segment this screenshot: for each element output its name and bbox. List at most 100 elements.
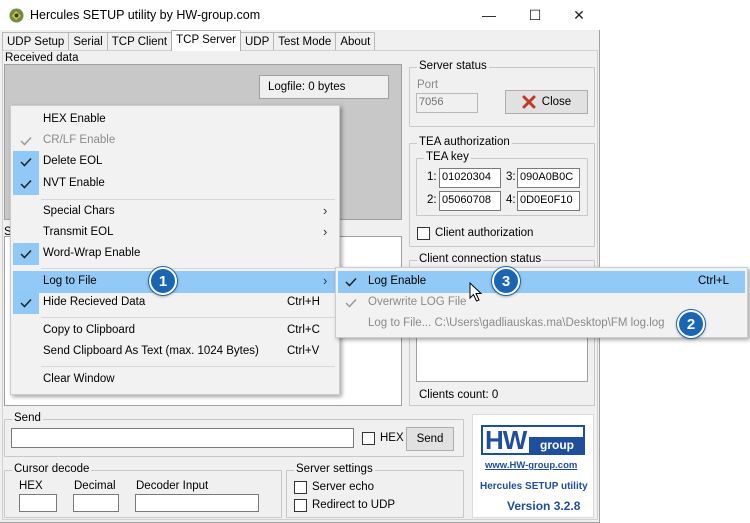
mouse-cursor-icon	[469, 282, 483, 302]
submenu-overwrite-label: Overwrite LOG File	[368, 296, 467, 308]
tab-serial[interactable]: Serial	[68, 32, 108, 51]
menu-separator	[41, 199, 335, 200]
check-icon	[13, 151, 39, 173]
menu-special-chars-label: Special Chars	[43, 205, 115, 217]
redirect-udp-label: Redirect to UDP	[312, 499, 396, 511]
server-echo-label: Server echo	[312, 481, 375, 493]
redirect-udp-checkbox[interactable]	[294, 499, 307, 512]
cursor-decode-title: Cursor decode	[12, 463, 92, 475]
tea-key-3-field[interactable]: 090A0B0C	[517, 168, 580, 188]
tab-bar: UDP Setup Serial TCP Client TCP Server U…	[2, 30, 376, 51]
minimize-button[interactable]: —	[466, 0, 512, 30]
menu-send-clipboard-shortcut: Ctrl+V	[287, 345, 320, 357]
menu-clear-window[interactable]: Clear Window	[13, 369, 337, 391]
submenu-log-enable-shortcut: Ctrl+L	[698, 275, 729, 287]
menu-copy-clipboard-shortcut: Ctrl+C	[287, 324, 320, 336]
tea-auth-title: TEA authorization	[417, 136, 512, 148]
check-icon	[13, 292, 39, 314]
tea-k3-label: 3:	[506, 171, 516, 183]
cursor-decimal-label: Decimal	[74, 480, 116, 492]
logfile-indicator: Logfile: 0 bytes	[259, 75, 389, 99]
menu-hex-enable-label: HEX Enable	[43, 113, 106, 125]
app-icon	[9, 8, 24, 23]
logo-hw: HW	[485, 425, 527, 455]
menu-send-clipboard[interactable]: Send Clipboard As Text (max. 1024 Bytes)…	[13, 341, 337, 363]
tab-udp[interactable]: UDP	[239, 32, 275, 51]
menu-hide-received-label: Hide Recieved Data	[43, 296, 146, 308]
tab-about[interactable]: About	[335, 32, 376, 51]
menu-delete-eol[interactable]: Delete EOL	[13, 151, 337, 173]
send-title: Send	[12, 412, 43, 424]
submenu-log-path-label: Log to File... C:\Users\gadliauskas.ma\D…	[368, 317, 665, 329]
check-icon	[13, 130, 39, 152]
red-x-icon	[522, 95, 536, 109]
send-input[interactable]	[11, 428, 354, 448]
menu-copy-clipboard[interactable]: Copy to Clipboard Ctrl+C	[13, 320, 337, 342]
tea-k4-label: 4:	[506, 194, 516, 206]
cursor-hex-label: HEX	[19, 480, 43, 492]
send-hex-checkbox[interactable]	[362, 432, 375, 445]
check-icon	[338, 271, 364, 293]
clients-count: Clients count: 0	[419, 389, 499, 401]
menu-crlf-enable[interactable]: CR/LF Enable	[13, 130, 337, 152]
menu-nvt-enable[interactable]: NVT Enable	[13, 173, 337, 195]
context-menu: HEX Enable CR/LF Enable Delete EOL NVT E…	[10, 105, 340, 395]
tab-test-mode[interactable]: Test Mode	[273, 32, 337, 51]
tea-k2-label: 2:	[427, 194, 437, 206]
client-auth-checkbox[interactable]	[417, 227, 430, 240]
tab-tcp-server[interactable]: TCP Server	[171, 30, 241, 51]
logo-url: www.HW-group.com	[485, 460, 578, 471]
decoder-input-field[interactable]	[135, 494, 259, 512]
cursor-decimal-field[interactable]	[73, 494, 119, 512]
menu-transmit-eol[interactable]: Transmit EOL ›	[13, 222, 337, 244]
decoder-input-label: Decoder Input	[136, 480, 209, 492]
tea-key-title: TEA key	[424, 151, 471, 163]
tea-key-4-field[interactable]: 0D0E0F10	[517, 191, 580, 211]
server-echo-checkbox[interactable]	[294, 481, 307, 494]
close-window-button[interactable]: ✕	[556, 0, 602, 30]
hw-group-logo[interactable]: HW group www.HW-group.com Hercules SETUP…	[472, 414, 594, 518]
tab-udp-setup[interactable]: UDP Setup	[2, 32, 70, 51]
title-bar: Hercules SETUP utility by HW-group.com —…	[0, 0, 600, 30]
logo-frame: HW group	[481, 425, 585, 455]
menu-special-chars[interactable]: Special Chars ›	[13, 201, 337, 223]
submenu-log-enable-label: Log Enable	[368, 275, 427, 287]
menu-separator	[41, 366, 335, 367]
step-badge-3: 3	[492, 267, 520, 295]
menu-word-wrap[interactable]: Word-Wrap Enable	[13, 243, 337, 265]
submenu-log-enable[interactable]: Log Enable Ctrl+L	[338, 271, 745, 293]
send-button[interactable]: Send	[406, 427, 454, 451]
chevron-right-icon: ›	[323, 224, 328, 239]
port-label: Port	[417, 79, 439, 91]
check-icon	[13, 243, 39, 265]
menu-clear-window-label: Clear Window	[43, 373, 115, 385]
logo-product: Hercules SETUP utility	[480, 481, 588, 492]
menu-separator	[41, 317, 335, 318]
check-icon	[13, 173, 39, 195]
menu-copy-clipboard-label: Copy to Clipboard	[43, 324, 136, 336]
menu-nvt-enable-label: NVT Enable	[43, 177, 105, 189]
close-server-button[interactable]: Close	[505, 90, 588, 114]
server-settings-title: Server settings	[294, 463, 375, 475]
received-data-label: Received data	[5, 52, 79, 64]
menu-word-wrap-label: Word-Wrap Enable	[43, 247, 141, 259]
server-status-title: Server status	[417, 60, 489, 72]
port-field[interactable]: 7056	[416, 93, 478, 113]
check-icon	[338, 292, 364, 314]
menu-hex-enable[interactable]: HEX Enable	[13, 109, 337, 131]
tea-key-1-field[interactable]: 01020304	[439, 168, 501, 188]
menu-hide-received[interactable]: Hide Recieved Data Ctrl+H	[13, 292, 337, 314]
tea-key-2-field[interactable]: 05060708	[439, 191, 501, 211]
window-title: Hercules SETUP utility by HW-group.com	[30, 8, 261, 22]
tab-tcp-client[interactable]: TCP Client	[106, 32, 173, 51]
cursor-hex-field[interactable]	[19, 494, 57, 512]
menu-separator	[41, 268, 335, 269]
send-hex-label: HEX	[380, 432, 404, 444]
maximize-button[interactable]: ☐	[512, 0, 558, 30]
logo-version: Version 3.2.8	[507, 499, 581, 513]
logo-group: group	[529, 437, 585, 453]
close-server-label: Close	[541, 96, 572, 108]
client-connection-title: Client connection status	[417, 253, 544, 265]
menu-crlf-enable-label: CR/LF Enable	[43, 134, 116, 146]
client-auth-label: Client authorization	[435, 227, 534, 239]
